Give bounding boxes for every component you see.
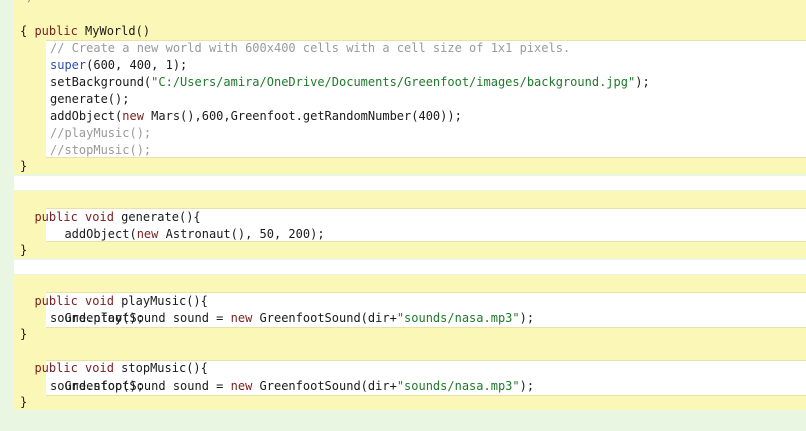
code-line-set-background[interactable]: setBackground("C:/Users/amira/OneDrive/D… — [50, 74, 650, 91]
stopmusic-close-brace: } — [20, 395, 28, 409]
generate-signature[interactable]: public void generate(){ — [20, 192, 200, 224]
code-text: addObject( — [64, 227, 137, 241]
playmusic-close-brace: } — [20, 327, 28, 341]
code-text: ); — [519, 379, 535, 393]
block-separator — [14, 260, 806, 274]
constructor-name: MyWorld() — [77, 24, 151, 38]
editor-gutter — [0, 0, 14, 431]
constructor-open-brace: { — [20, 24, 28, 38]
code-line-sound-play[interactable]: sound.play(); — [50, 310, 144, 327]
code-line-generate-call[interactable]: generate(); — [50, 91, 129, 108]
string-literal: "sounds/nasa.mp3" — [396, 311, 520, 325]
string-literal: "sounds/nasa.mp3" — [396, 379, 520, 393]
keyword-new: new — [136, 227, 159, 241]
playmusic-signature[interactable]: public void playMusic(){ — [20, 276, 207, 308]
code-line-sound-stop[interactable]: sound.stop(); — [50, 378, 144, 395]
code-line-super[interactable]: super(600, 400, 1); — [50, 57, 187, 74]
code-line-playmusic-comment[interactable]: //playMusic(); — [50, 125, 151, 142]
code-text: ); — [519, 311, 535, 325]
keyword-public: public — [34, 24, 78, 38]
keyword-new: new — [230, 311, 253, 325]
code-comment-line[interactable]: // Create a new world with 600x400 cells… — [50, 40, 570, 57]
code-text: GreenfootSound(dir+ — [252, 311, 397, 325]
generate-close-brace: } — [20, 243, 28, 257]
constructor-close-brace: } — [20, 159, 28, 173]
keyword-new: new — [230, 379, 253, 393]
constructor-signature[interactable]: public MyWorld() — [20, 6, 150, 38]
block-separator — [14, 176, 806, 190]
code-line-create-sound[interactable]: GreenfootSound sound = new GreenfootSoun… — [50, 361, 534, 393]
code-line-add-astronaut[interactable]: addObject(new Astronaut(), 50, 200); — [50, 209, 324, 241]
code-line-create-sound[interactable]: GreenfootSound sound = new GreenfootSoun… — [50, 293, 534, 325]
code-text: Astronaut(), 50, 200); — [158, 227, 325, 241]
code-text: GreenfootSound(dir+ — [252, 379, 397, 393]
stopmusic-signature[interactable]: public void stopMusic(){ — [20, 343, 207, 375]
code-line-stopmusic-comment[interactable]: //stopMusic(); — [50, 142, 151, 159]
code-line-add-mars[interactable]: addObject(new Mars(),600,Greenfoot.getRa… — [50, 108, 462, 125]
